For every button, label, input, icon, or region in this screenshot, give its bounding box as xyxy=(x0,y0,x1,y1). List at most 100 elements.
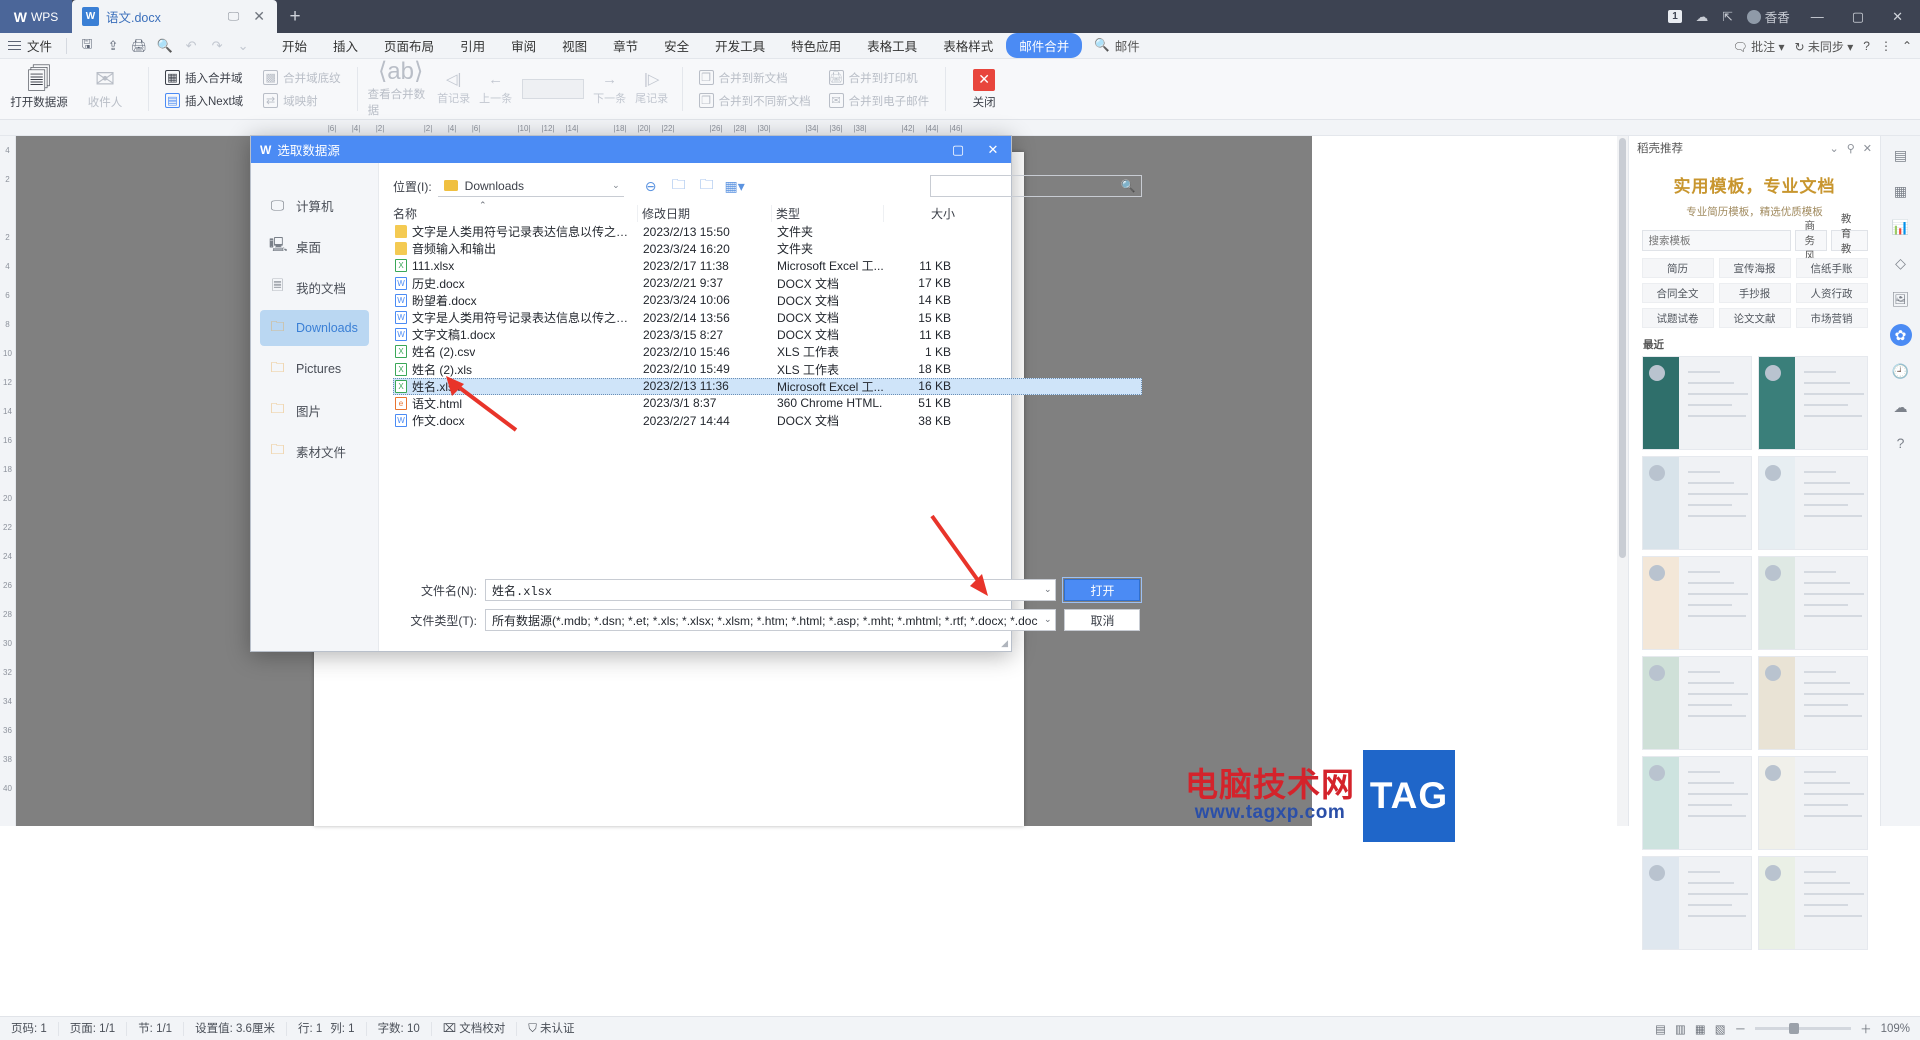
select-data-source-dialog[interactable]: W 选取数据源 ▢ ✕ 🖵 计算机 🖳 桌面 🗏 我的文档 🗀 Downloads 🗀 Pictu… xyxy=(250,135,1143,652)
template-card[interactable] xyxy=(1641,856,1752,950)
column-header-type[interactable]: 类型 xyxy=(771,204,883,222)
page-view-icon[interactable]: ▤ xyxy=(1655,1022,1666,1036)
open-button[interactable]: 打开 xyxy=(1062,577,1143,603)
help-icon[interactable]: ? xyxy=(1863,39,1870,53)
column-header-size[interactable]: 大小 xyxy=(883,204,955,222)
template-tag[interactable]: 论文文献 xyxy=(1718,308,1791,328)
open-data-source-button[interactable]: 🗐 打开数据源 xyxy=(6,61,72,117)
filetype-select[interactable]: 所有数据源(*.mdb; *.dsn; *.et; *.xls; *.xlsx;… xyxy=(485,609,1057,631)
present-icon[interactable]: 🖵 xyxy=(225,9,243,24)
prev-record-button[interactable]: ← 上一条 xyxy=(476,72,516,106)
dialog-sidebar-item-桌面[interactable]: 🖳 桌面 xyxy=(260,228,369,264)
template-tag[interactable]: 人资行政 xyxy=(1795,283,1868,303)
file-row-selected[interactable]: X 姓名.xlsx 2023/2/13 11:36 Microsoft Excel 工… xyxy=(393,377,1143,395)
redo-icon[interactable]: ↷ xyxy=(205,36,229,56)
status-unverified[interactable]: ⛉ 未认证 xyxy=(517,1022,585,1036)
cancel-button[interactable]: 取消 xyxy=(1064,609,1141,631)
collapse-ribbon-icon[interactable]: ⌃ xyxy=(1902,39,1912,53)
template-search-input[interactable] xyxy=(1641,230,1791,251)
thumbnail-icon[interactable]: ▤ xyxy=(1889,144,1913,166)
file-row[interactable]: 音频输入和输出 2023/3/24 16:20 文件夹 xyxy=(393,240,1142,257)
column-header-name[interactable]: 名称 ⌃ xyxy=(393,200,637,222)
vertical-scrollbar[interactable] xyxy=(1617,136,1628,826)
template-tag[interactable]: 宣传海报 xyxy=(1718,258,1791,278)
file-row[interactable]: e 语文.html 2023/3/1 8:37 360 Chrome HTML... 5… xyxy=(393,395,1142,412)
dialog-sidebar-item-我的文档[interactable]: 🗏 我的文档 xyxy=(260,269,369,305)
template-card[interactable] xyxy=(1757,356,1868,450)
template-tag[interactable]: 简历 xyxy=(1641,258,1714,278)
tab-shitu[interactable]: 视图 xyxy=(549,33,600,58)
file-search-box[interactable]: 🔍 xyxy=(930,175,1143,197)
up-folder-icon[interactable]: 🗀 xyxy=(668,176,690,197)
dialog-sidebar-item-素材文件[interactable]: 🗀 素材文件 xyxy=(260,433,369,469)
hamburger-icon[interactable] xyxy=(8,40,21,51)
zoom-in-button[interactable]: ＋ xyxy=(1860,1021,1872,1037)
status-word-count[interactable]: 字数: 10 xyxy=(367,1021,432,1036)
template-card[interactable] xyxy=(1757,656,1868,750)
tab-yemianbuju[interactable]: 页面布局 xyxy=(371,33,447,58)
template-card[interactable] xyxy=(1757,756,1868,850)
dialog-sidebar-item-pictures[interactable]: 🗀 Pictures xyxy=(260,351,369,387)
new-tab-button[interactable]: + xyxy=(277,0,313,33)
tab-youjianhebing[interactable]: 邮件合并 xyxy=(1006,33,1083,58)
close-mailmerge-button[interactable]: ✕ 关闭 xyxy=(956,61,1012,117)
merge-shading-button[interactable]: ▩ 合并域底纹 xyxy=(257,69,347,87)
file-list-rows[interactable]: 文字是人类用符号记录表达信息以传之久远的方式... 2023/2/13 15:50… xyxy=(393,223,1143,571)
backup-icon[interactable]: ☁ xyxy=(1889,396,1913,418)
menu-dots-icon[interactable]: ⋮ xyxy=(1880,39,1892,53)
template-tag[interactable]: 信纸手账 xyxy=(1795,258,1868,278)
template-card[interactable] xyxy=(1641,356,1752,450)
tab-biaogegongju[interactable]: 表格工具 xyxy=(854,33,930,58)
zoom-level-label[interactable]: 109% xyxy=(1881,1023,1910,1035)
chevron-down-icon[interactable]: ⌄ xyxy=(1830,142,1839,155)
dialog-sidebar-item-图片[interactable]: 🗀 图片 xyxy=(260,392,369,428)
status-proofread[interactable]: ⌧ 文档校对 xyxy=(432,1021,518,1036)
chevron-down-icon[interactable]: ⌄ xyxy=(1044,614,1052,625)
template-card[interactable] xyxy=(1641,556,1752,650)
last-record-button[interactable]: |▷ 尾记录 xyxy=(632,72,672,106)
tab-tesiyingyong[interactable]: 特色应用 xyxy=(778,33,854,58)
table-icon[interactable]: ▦ xyxy=(1889,180,1913,202)
outline-view-icon[interactable]: ▦ xyxy=(1695,1022,1706,1036)
record-number-input[interactable] xyxy=(521,79,584,99)
merge-to-diff-docs-button[interactable]: ❐ 合并到不同新文档 xyxy=(693,92,817,110)
view-merge-data-button[interactable]: ⟨ab⟩ 查看合并数据 xyxy=(368,60,434,118)
tab-biaogeyangshi[interactable]: 表格样式 xyxy=(930,33,1006,58)
history-icon[interactable]: 🕘 xyxy=(1889,360,1913,382)
template-card[interactable] xyxy=(1641,656,1752,750)
wps-home-button[interactable]: W WPS xyxy=(0,0,72,33)
next-record-button[interactable]: → 下一条 xyxy=(590,72,630,106)
image-icon[interactable]: 🖼 xyxy=(1889,288,1913,310)
zoom-out-button[interactable]: － xyxy=(1735,1021,1747,1037)
chart-icon[interactable]: 📊 xyxy=(1889,216,1913,238)
back-icon[interactable]: ⊖ xyxy=(640,176,662,197)
file-row[interactable]: X 姓名 (2).csv 2023/2/10 15:46 XLS 工作表 1 KB xyxy=(393,343,1142,360)
share-icon[interactable]: ⇱ xyxy=(1722,9,1732,24)
tab-kaishi[interactable]: 开始 xyxy=(269,33,320,58)
chip-education[interactable]: 教育教学 xyxy=(1830,213,1868,270)
template-card[interactable] xyxy=(1757,556,1868,650)
scrollbar-thumb[interactable] xyxy=(1619,138,1626,558)
dochelper-icon[interactable]: ✿ xyxy=(1889,324,1912,346)
close-window-button[interactable]: ✕ xyxy=(1885,9,1910,25)
file-menu-button[interactable]: 文件 xyxy=(27,36,58,55)
template-tag[interactable]: 市场营销 xyxy=(1795,308,1868,328)
file-row[interactable]: X 111.xlsx 2023/2/17 11:38 Microsoft Excel … xyxy=(393,257,1142,274)
save-icon[interactable]: 🖫 xyxy=(75,36,99,56)
file-row[interactable]: W 文字文稿1.docx 2023/3/15 8:27 DOCX 文档 11 KB xyxy=(393,326,1142,343)
dialog-resize-grip[interactable]: ◢ xyxy=(1001,638,1008,649)
pin-icon[interactable]: ⚲ xyxy=(1847,142,1855,155)
template-card[interactable] xyxy=(1757,456,1868,550)
recipients-button[interactable]: ✉ 收件人 xyxy=(72,61,138,117)
tab-yinyong[interactable]: 引用 xyxy=(447,33,498,58)
dialog-sidebar-item-计算机[interactable]: 🖵 计算机 xyxy=(260,187,369,223)
comment-button[interactable]: 🗨 批注 ▾ xyxy=(1733,38,1785,55)
chip-business[interactable]: 商务风 xyxy=(1794,220,1827,262)
merge-to-new-doc-button[interactable]: ❐ 合并到新文档 xyxy=(693,69,817,87)
ribbon-search[interactable]: 🔍 邮件 xyxy=(1094,36,1140,55)
print-preview-icon[interactable]: 🔍 xyxy=(153,36,177,56)
merge-to-email-button[interactable]: ✉ 合并到电子邮件 xyxy=(823,92,936,110)
merge-to-printer-button[interactable]: 🖨 合并到打印机 xyxy=(823,69,936,87)
close-icon[interactable]: ✕ xyxy=(1863,142,1872,155)
first-record-button[interactable]: ◁| 首记录 xyxy=(434,72,474,106)
